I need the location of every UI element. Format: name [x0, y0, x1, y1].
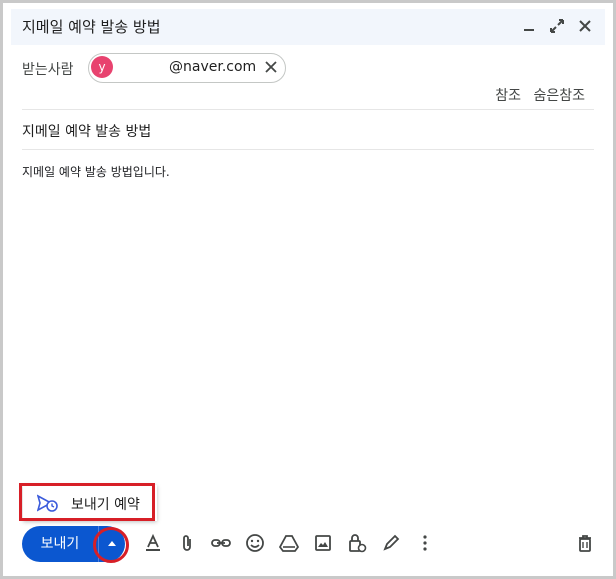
cc-bcc-links: 참조 숨은참조 — [487, 85, 585, 105]
close-icon[interactable] — [577, 18, 593, 34]
highlight-circle — [93, 527, 129, 563]
confidential-mode-icon[interactable] — [347, 533, 367, 553]
insert-link-icon[interactable] — [211, 533, 231, 553]
compose-window: 지메일 예약 발송 방법 받는사람 y @naver.com 참조 숨은참조 지… — [0, 0, 616, 579]
message-body[interactable]: 지메일 예약 발송 방법입니다. — [22, 163, 170, 180]
more-options-icon[interactable] — [415, 533, 435, 553]
recipient-chip[interactable]: y @naver.com — [88, 53, 286, 83]
emoji-icon[interactable] — [245, 533, 265, 553]
text-format-icon[interactable] — [143, 533, 163, 553]
discard-draft-icon[interactable] — [575, 533, 595, 553]
bcc-link[interactable]: 숨은참조 — [533, 88, 585, 104]
cc-link[interactable]: 참조 — [495, 88, 521, 104]
minimize-icon[interactable] — [521, 18, 537, 34]
attach-file-icon[interactable] — [177, 533, 197, 553]
remove-recipient-icon[interactable] — [263, 59, 279, 75]
compose-header: 지메일 예약 발송 방법 — [11, 9, 605, 45]
google-drive-icon[interactable] — [279, 533, 299, 553]
send-button[interactable]: 보내기 — [22, 526, 98, 562]
highlight-box — [19, 483, 155, 521]
divider — [22, 109, 594, 110]
to-row: 받는사람 y @naver.com — [22, 53, 594, 83]
insert-photo-icon[interactable] — [313, 533, 333, 553]
formatting-toolbar — [143, 533, 435, 553]
fullscreen-icon[interactable] — [549, 18, 565, 34]
signature-pen-icon[interactable] — [381, 533, 401, 553]
recipient-address: @naver.com — [169, 59, 257, 75]
window-title: 지메일 예약 발송 방법 — [22, 18, 161, 36]
avatar: y — [91, 56, 113, 78]
subject-field[interactable]: 지메일 예약 발송 방법 — [22, 121, 151, 141]
divider — [22, 149, 594, 150]
to-label: 받는사람 — [22, 62, 74, 78]
